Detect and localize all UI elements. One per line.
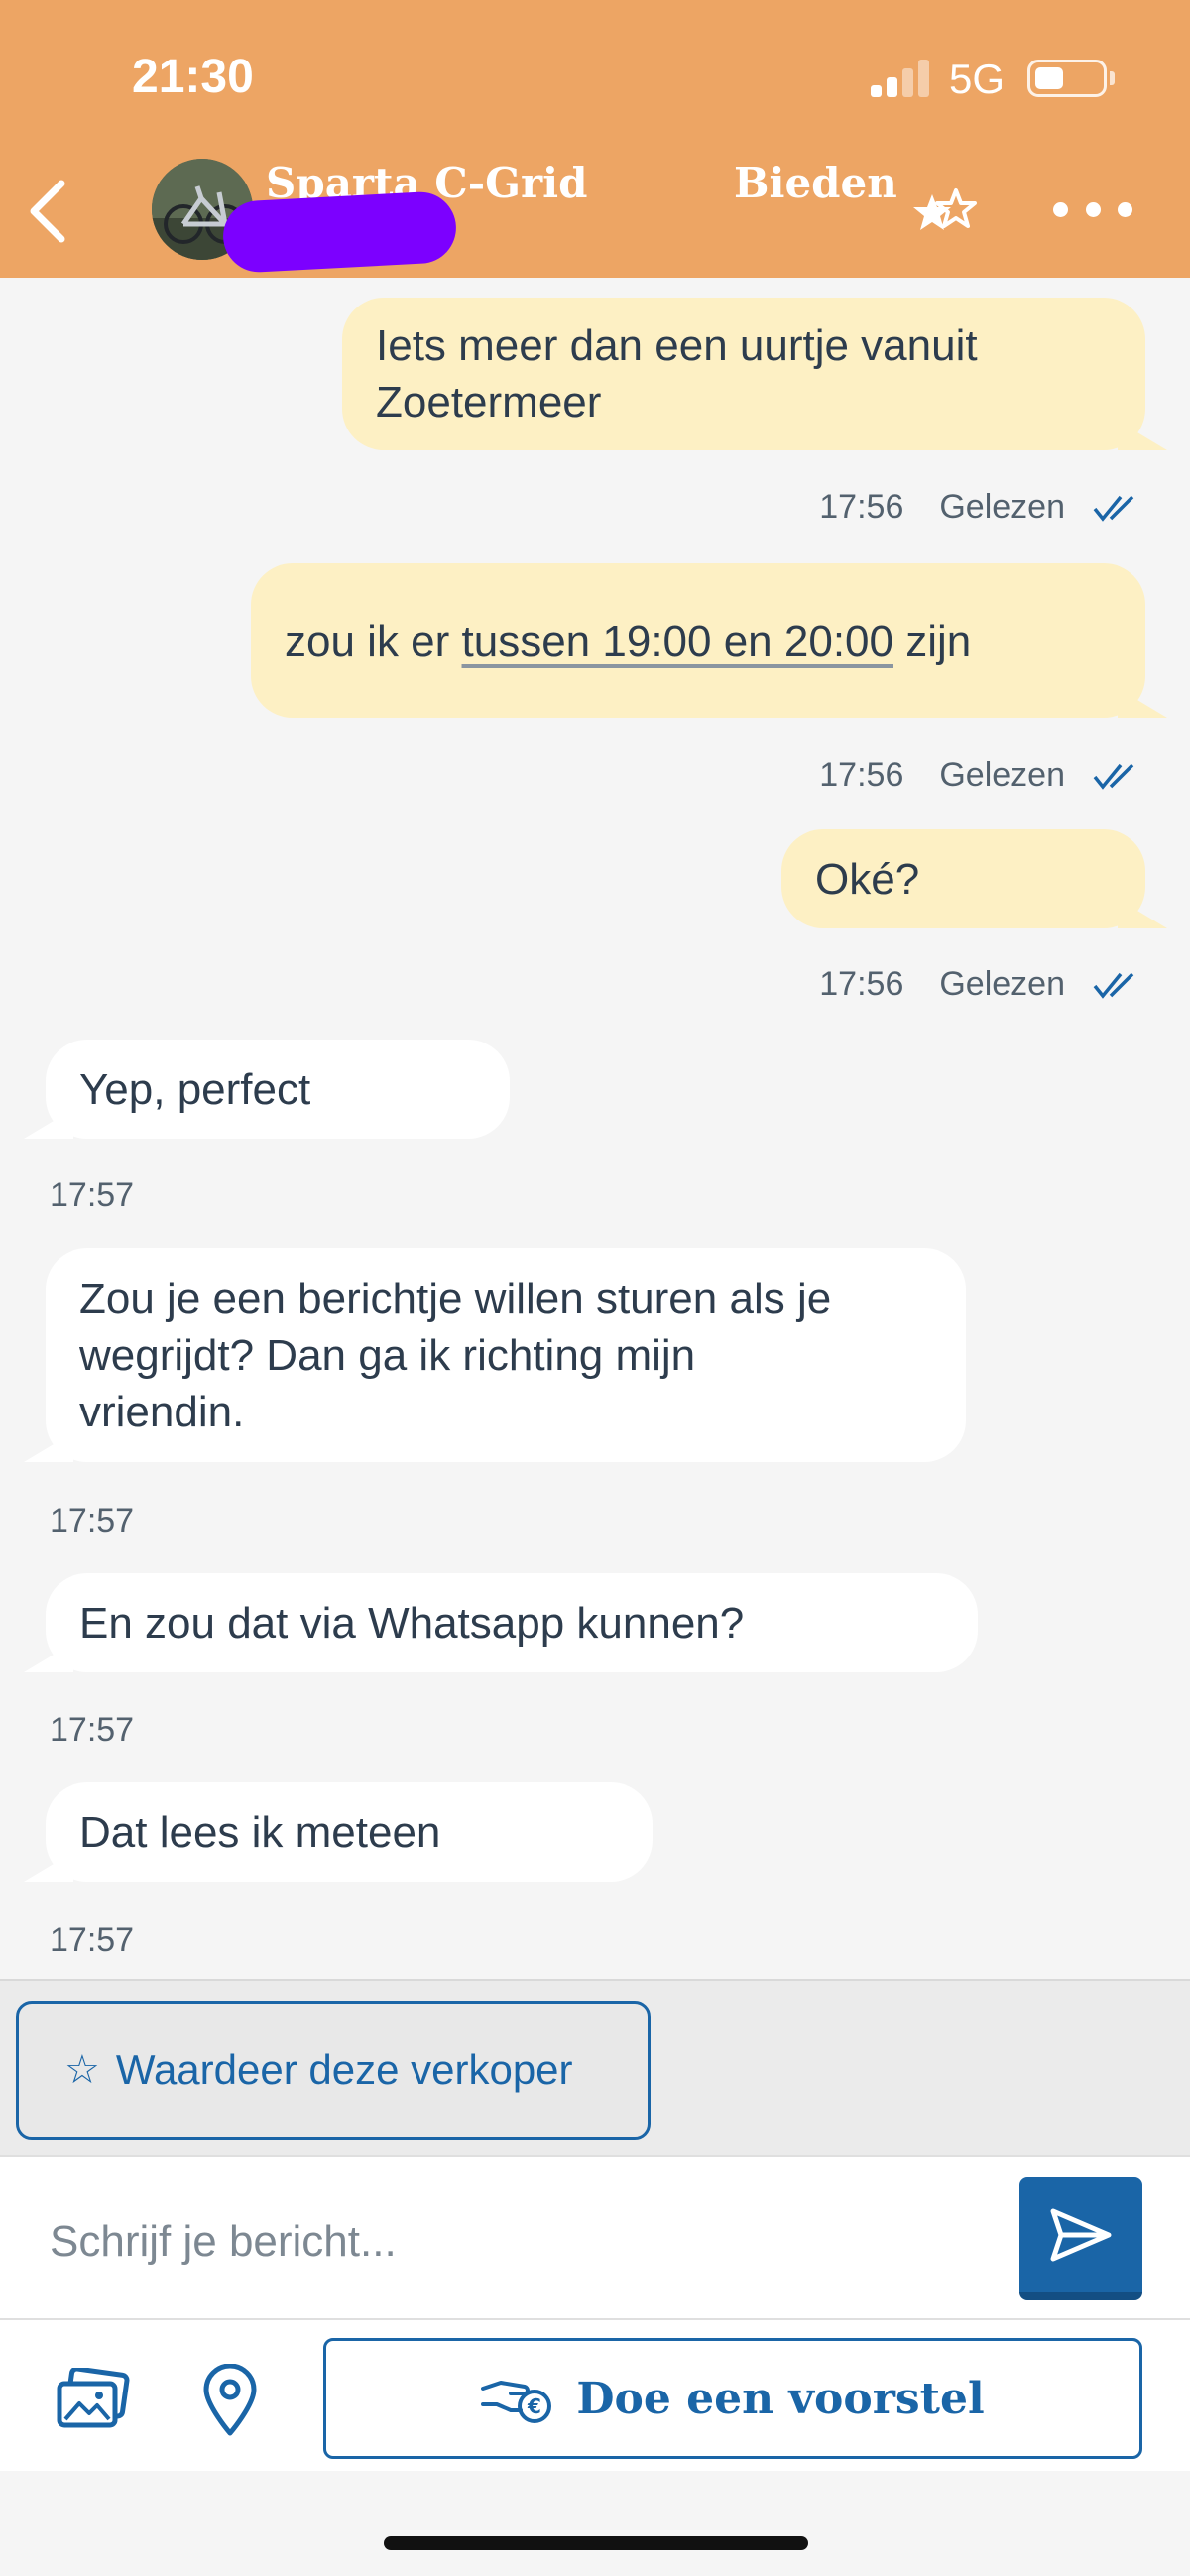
outgoing-message[interactable]: Iets meer dan een uurtje vanuit Zoeterme… bbox=[342, 298, 1145, 450]
more-dot bbox=[1085, 201, 1101, 217]
back-button[interactable] bbox=[18, 167, 77, 256]
incoming-message[interactable]: Dat lees ik meteen bbox=[46, 1782, 653, 1882]
share-location-button[interactable] bbox=[200, 2363, 260, 2437]
make-offer-label: Doe een voorstel bbox=[576, 2373, 985, 2424]
redaction-mark bbox=[221, 189, 458, 275]
bid-button[interactable]: Bieden bbox=[734, 159, 897, 207]
outgoing-message[interactable]: zou ik er tussen 19:00 en 20:00 zijn bbox=[251, 563, 1145, 718]
detected-time-link[interactable]: tussen 19:00 en 20:00 bbox=[462, 617, 893, 666]
outgoing-message[interactable]: Oké? bbox=[781, 829, 1145, 928]
send-icon bbox=[1050, 2208, 1112, 2262]
rate-seller-panel: ☆ Waardeer deze verkoper bbox=[0, 1979, 1190, 2155]
message-meta: 17:56 Gelezen bbox=[819, 756, 1140, 795]
double-check-icon bbox=[1093, 972, 1134, 999]
favorite-button[interactable] bbox=[910, 177, 980, 246]
message-time: 17:57 bbox=[50, 1176, 135, 1214]
rate-seller-button[interactable]: ☆ Waardeer deze verkoper bbox=[16, 2001, 651, 2140]
read-status: Gelezen bbox=[939, 488, 1065, 526]
message-text-part: zou ik er bbox=[285, 616, 462, 666]
read-status: Gelezen bbox=[939, 756, 1065, 794]
signal-strength-icon bbox=[871, 58, 930, 97]
incoming-message[interactable]: Zou je een berichtje willen sturen als j… bbox=[46, 1248, 966, 1462]
message-text: Dat lees ik meteen bbox=[79, 1807, 441, 1857]
message-text: Zou je een berichtje willen sturen als j… bbox=[79, 1271, 831, 1440]
location-pin-icon bbox=[203, 2363, 257, 2436]
rate-seller-label: Waardeer deze verkoper bbox=[115, 2046, 573, 2093]
double-check-icon bbox=[1093, 495, 1134, 522]
message-line: wegrijdt? Dan ga ik richting mijn bbox=[79, 1330, 696, 1380]
message-input[interactable] bbox=[50, 2207, 942, 2276]
message-time: 17:57 bbox=[50, 1502, 135, 1539]
message-text: Yep, perfect bbox=[79, 1064, 311, 1114]
message-text: En zou dat via Whatsapp kunnen? bbox=[79, 1598, 745, 1648]
message-meta: 17:56 Gelezen bbox=[819, 488, 1140, 527]
battery-icon bbox=[1027, 60, 1107, 97]
message-time: 17:56 bbox=[819, 756, 904, 794]
message-line: Zoetermeer bbox=[376, 378, 602, 427]
home-indicator[interactable] bbox=[384, 2536, 808, 2550]
message-line: vriendin. bbox=[79, 1387, 245, 1436]
battery-tip bbox=[1110, 71, 1115, 85]
send-button[interactable] bbox=[1019, 2177, 1142, 2300]
network-type: 5G bbox=[949, 56, 1006, 102]
more-dot bbox=[1118, 201, 1132, 217]
message-time: 17:57 bbox=[50, 1711, 135, 1749]
message-text: Oké? bbox=[815, 854, 920, 904]
double-check-icon bbox=[1093, 763, 1134, 790]
photo-gallery-icon bbox=[57, 2366, 130, 2428]
status-time: 21:30 bbox=[132, 51, 254, 103]
svg-text:€: € bbox=[527, 2394, 541, 2418]
star-outline-icon: ☆ bbox=[64, 2048, 100, 2092]
chevron-left-icon bbox=[30, 180, 65, 243]
message-text: zou ik er tussen 19:00 en 20:00 zijn bbox=[285, 613, 971, 670]
message-text-part: zijn bbox=[892, 616, 972, 666]
message-line: Zou je een berichtje willen sturen als j… bbox=[79, 1274, 832, 1323]
more-options-button[interactable] bbox=[1053, 184, 1132, 234]
incoming-message[interactable]: En zou dat via Whatsapp kunnen? bbox=[46, 1573, 978, 1672]
more-dot bbox=[1053, 201, 1068, 217]
message-text: Iets meer dan een uurtje vanuit Zoeterme… bbox=[376, 317, 978, 430]
app-header: 21:30 5G Sparta C-Grid Bieden bbox=[0, 0, 1190, 278]
action-bar: € Doe een voorstel bbox=[0, 2318, 1190, 2471]
read-status: Gelezen bbox=[939, 965, 1065, 1003]
message-time: 17:56 bbox=[819, 965, 904, 1003]
message-time: 17:57 bbox=[50, 1921, 135, 1959]
message-line: Iets meer dan een uurtje vanuit bbox=[376, 321, 978, 370]
message-meta: 17:56 Gelezen bbox=[819, 965, 1140, 1004]
message-time: 17:56 bbox=[819, 488, 904, 526]
message-composer bbox=[0, 2155, 1190, 2318]
star-favorite-icon bbox=[913, 188, 977, 230]
make-offer-button[interactable]: € Doe een voorstel bbox=[323, 2338, 1142, 2459]
attach-photo-button[interactable] bbox=[56, 2366, 131, 2431]
incoming-message[interactable]: Yep, perfect bbox=[46, 1040, 510, 1139]
hand-coin-icon: € bbox=[481, 2381, 552, 2423]
